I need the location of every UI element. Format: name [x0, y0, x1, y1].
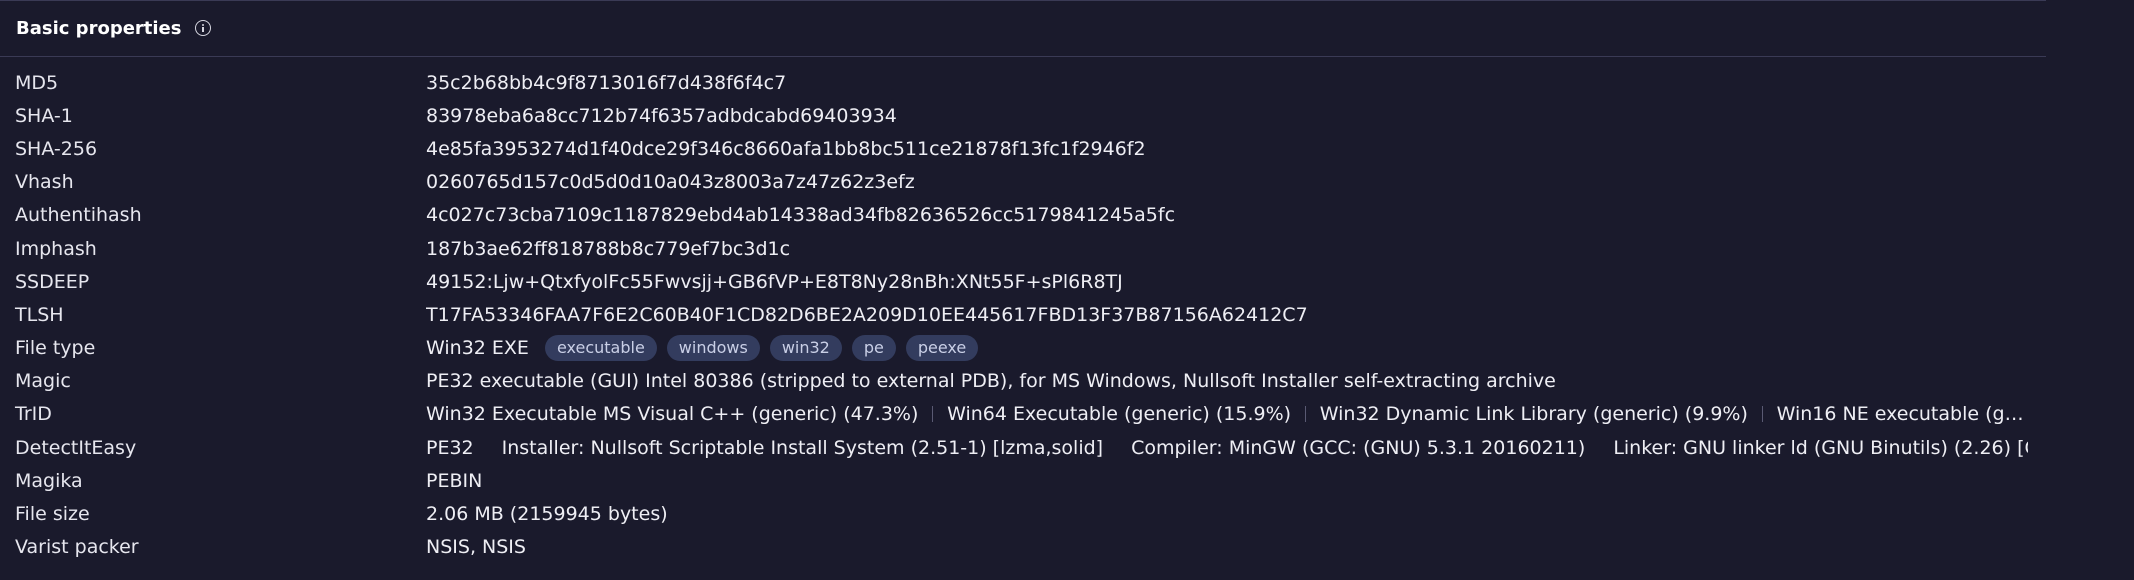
file-type-tag[interactable]: windows: [666, 335, 760, 362]
segment-separator: [932, 406, 934, 423]
property-value-ssdeep[interactable]: 49152:Ljw+QtxfyolFc55Fwvsjj+GB6fVP+E8T8N…: [426, 271, 2028, 293]
property-row-tlsh: TLSH T17FA53346FAA7F6E2C60B40F1CD82D6BE2…: [0, 298, 2046, 331]
property-label-authentihash: Authentihash: [15, 204, 142, 227]
property-value-trid: Win32 Executable MS Visual C++ (generic)…: [426, 403, 2028, 425]
file-type-tag[interactable]: executable: [544, 335, 657, 362]
property-row-vhash: Vhash 0260765d157c0d5d0d10a043z8003a7z47…: [0, 166, 2046, 199]
property-value-sha1[interactable]: 83978eba6a8cc712b74f6357adbdcabd69403934: [426, 105, 2028, 127]
property-row-sha1: SHA-1 83978eba6a8cc712b74f6357adbdcabd69…: [0, 99, 2046, 132]
property-label-tlsh: TLSH: [15, 303, 64, 326]
property-label-ssdeep: SSDEEP: [15, 270, 90, 293]
property-label-magika: Magika: [15, 469, 83, 492]
property-label-sha256: SHA-256: [15, 137, 98, 160]
property-value-magic[interactable]: PE32 executable (GUI) Intel 80386 (strip…: [426, 370, 2028, 392]
panel-title: Basic properties: [16, 17, 182, 39]
property-value-varist-packer[interactable]: NSIS, NSIS: [426, 536, 2028, 558]
basic-properties-panel: Basic properties MD5 35c2b68bb4c9f871301…: [0, 0, 2046, 580]
property-row-authentihash: Authentihash 4c027c73cba7109c1187829ebd4…: [0, 199, 2046, 232]
detectiteasy-segment[interactable]: Installer: Nullsoft Scriptable Install S…: [502, 437, 1103, 459]
property-value-authentihash[interactable]: 4c027c73cba7109c1187829ebd4ab14338ad34fb…: [426, 204, 2028, 226]
file-type-tag[interactable]: win32: [769, 335, 842, 362]
trid-segments: Win32 Executable MS Visual C++ (generic)…: [426, 403, 2028, 425]
property-row-file-type: File type Win32 EXE executable windows w…: [0, 332, 2046, 365]
property-value-vhash[interactable]: 0260765d157c0d5d0d10a043z8003a7z47z62z3e…: [426, 171, 2028, 193]
property-value-detectiteasy: PE32 Installer: Nullsoft Scriptable Inst…: [426, 437, 2028, 459]
property-label-magic: Magic: [15, 370, 71, 393]
property-row-varist-packer: Varist packer NSIS, NSIS: [0, 531, 2046, 564]
panel-top-border: [0, 0, 2046, 1]
header-divider: [0, 56, 2046, 57]
property-row-detectiteasy: DetectItEasy PE32 Installer: Nullsoft Sc…: [0, 431, 2046, 464]
property-label-varist-packer: Varist packer: [15, 536, 139, 559]
detectiteasy-segment[interactable]: PE32: [426, 437, 474, 459]
trid-segment[interactable]: Win32 Dynamic Link Library (generic) (9.…: [1320, 403, 1748, 425]
trid-segment[interactable]: Win64 Executable (generic) (15.9%): [947, 403, 1291, 425]
property-value-tlsh[interactable]: T17FA53346FAA7F6E2C60B40F1CD82D6BE2A209D…: [426, 304, 2028, 326]
trid-segment[interactable]: Win32 Executable MS Visual C++ (generic)…: [426, 403, 918, 425]
segment-separator: [1305, 406, 1306, 423]
property-value-file-size[interactable]: 2.06 MB (2159945 bytes): [426, 503, 2028, 525]
detectiteasy-segment[interactable]: Compiler: MinGW (GCC: (GNU) 5.3.1 201602…: [1131, 437, 1585, 459]
panel-header: Basic properties: [16, 0, 212, 56]
property-value-imphash[interactable]: 187b3ae62ff818788b8c779ef7bc3d1c: [426, 238, 2028, 260]
property-label-detectiteasy: DetectItEasy: [15, 436, 137, 459]
detectiteasy-segment[interactable]: Linker: GNU linker ld (GNU Binutils) (2.…: [1613, 437, 2028, 459]
property-label-vhash: Vhash: [15, 171, 74, 194]
file-type-tag[interactable]: pe: [851, 335, 896, 362]
property-row-imphash: Imphash 187b3ae62ff818788b8c779ef7bc3d1c: [0, 232, 2046, 265]
property-value-file-type: Win32 EXE executable windows win32 pe pe…: [426, 335, 2028, 362]
property-row-ssdeep: SSDEEP 49152:Ljw+QtxfyolFc55Fwvsjj+GB6fV…: [0, 265, 2046, 298]
info-icon[interactable]: [195, 20, 212, 36]
property-label-file-type: File type: [15, 337, 96, 360]
property-label-imphash: Imphash: [15, 237, 97, 260]
property-row-magika: Magika PEBIN: [0, 464, 2046, 497]
property-row-file-size: File size 2.06 MB (2159945 bytes): [0, 497, 2046, 530]
property-label-trid: TrID: [15, 403, 52, 426]
property-row-trid: TrID Win32 Executable MS Visual C++ (gen…: [0, 398, 2046, 431]
property-row-sha256: SHA-256 4e85fa3953274d1f40dce29f346c8660…: [0, 132, 2046, 165]
segment-separator: [1761, 406, 1763, 423]
property-row-md5: MD5 35c2b68bb4c9f8713016f7d438f6f4c7: [0, 66, 2046, 99]
property-row-magic: Magic PE32 executable (GUI) Intel 80386 …: [0, 365, 2046, 398]
property-value-md5[interactable]: 35c2b68bb4c9f8713016f7d438f6f4c7: [426, 72, 2028, 94]
file-type-text: Win32 EXE: [426, 337, 529, 360]
property-value-sha256[interactable]: 4e85fa3953274d1f40dce29f346c8660afa1bb8b…: [426, 138, 2028, 160]
property-label-sha1: SHA-1: [15, 104, 73, 127]
trid-segment[interactable]: Win16 NE executable (generic) (5.7%): [1777, 403, 2028, 425]
properties-list: MD5 35c2b68bb4c9f8713016f7d438f6f4c7 SHA…: [0, 66, 2046, 564]
file-type-tag[interactable]: peexe: [905, 335, 979, 362]
property-value-magika[interactable]: PEBIN: [426, 470, 2028, 492]
property-label-md5: MD5: [15, 71, 59, 94]
property-label-file-size: File size: [15, 503, 90, 526]
